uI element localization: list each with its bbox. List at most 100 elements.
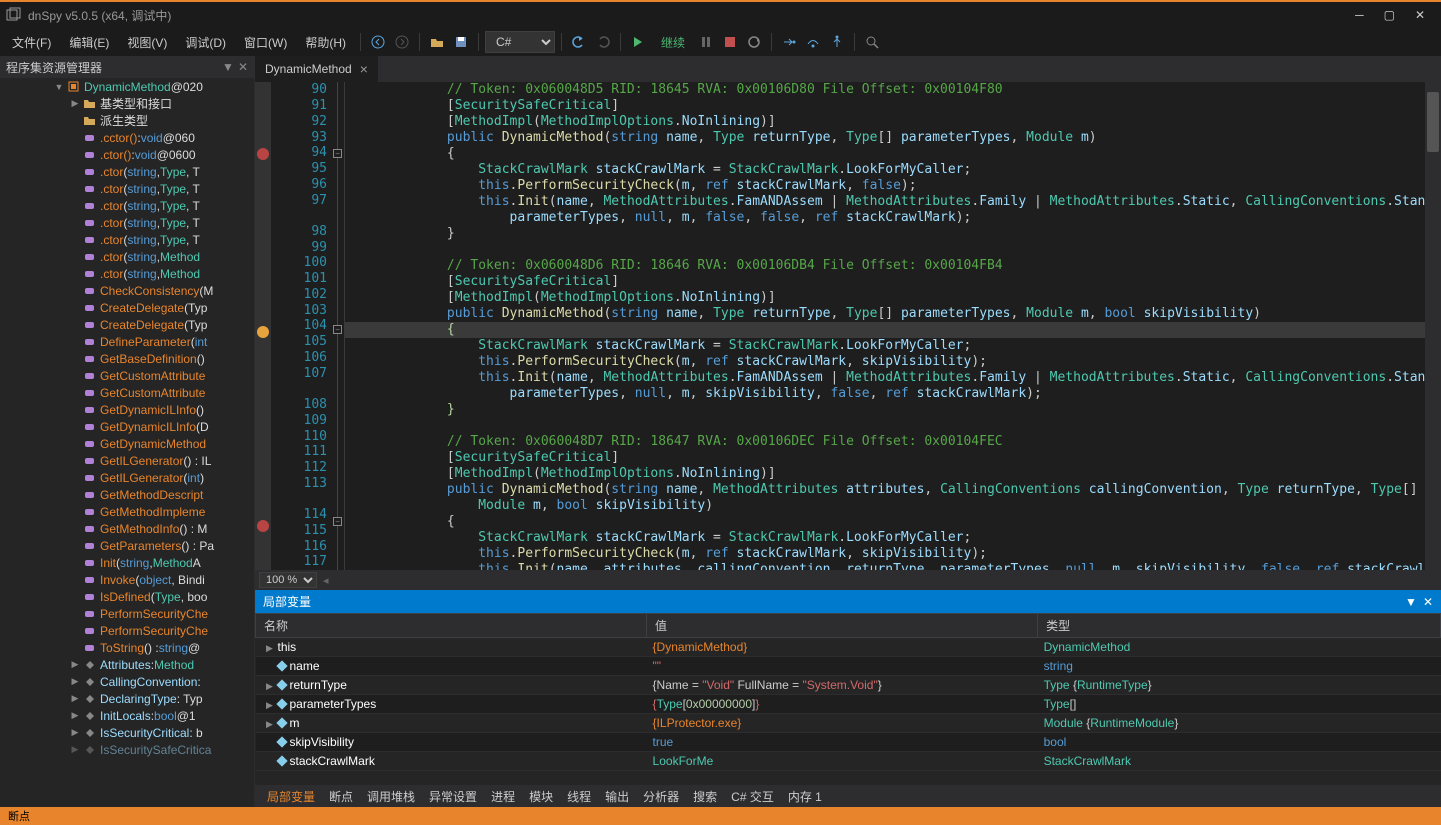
tree-item[interactable]: .ctor(string, Type, T [0,197,254,214]
bottom-tab[interactable]: 内存 1 [782,786,828,807]
step-out-icon[interactable] [826,31,848,53]
bottom-tab[interactable]: 异常设置 [423,786,483,807]
locals-row[interactable]: stackCrawlMarkLookForMeStackCrawlMark [256,752,1441,771]
locals-row[interactable]: ▶m{ILProtector.exe}Module {RuntimeModule… [256,714,1441,733]
editor[interactable]: 9091929394959697989910010110210310410510… [255,82,1441,570]
locals-row[interactable]: name""string [256,657,1441,676]
step-over-icon[interactable] [802,31,824,53]
col-value[interactable]: 值 [647,614,1038,638]
tree-item[interactable]: PerformSecurityChe [0,605,254,622]
tree-item[interactable]: .ctor(string, Type, T [0,163,254,180]
tree-item[interactable]: .ctor(string, Method [0,248,254,265]
tree-item[interactable]: .ctor(string, Type, T [0,214,254,231]
locals-row[interactable]: ▶parameterTypes{Type[0x00000000]}Type[] [256,695,1441,714]
bottom-tab[interactable]: 分析器 [637,786,685,807]
tree-item[interactable]: GetDynamicMethod [0,435,254,452]
stop-icon[interactable] [719,31,741,53]
bottom-tab[interactable]: 调用堆栈 [361,786,421,807]
search-icon[interactable] [861,31,883,53]
tree-item[interactable]: CreateDelegate(Typ [0,316,254,333]
locals-row[interactable]: ▶this{DynamicMethod}DynamicMethod [256,638,1441,657]
menu-help[interactable]: 帮助(H) [297,30,354,55]
tree-item[interactable]: ToString() : string @ [0,639,254,656]
bottom-tab[interactable]: 线程 [561,786,597,807]
save-icon[interactable] [450,31,472,53]
col-type[interactable]: 类型 [1038,614,1441,638]
tree-item[interactable]: .ctor(string, Type, T [0,180,254,197]
step-into-icon[interactable] [778,31,800,53]
redo-icon[interactable] [592,31,614,53]
tree-item[interactable]: CheckConsistency(M [0,282,254,299]
panel-close-icon[interactable]: ✕ [238,60,248,74]
restart-icon[interactable] [743,31,765,53]
tree-item[interactable]: ▶IsSecuritySafeCritica [0,741,254,758]
menu-file[interactable]: 文件(F) [4,30,59,55]
tree-item[interactable]: CreateDelegate(Typ [0,299,254,316]
language-select[interactable]: C# [485,31,555,53]
tree-item[interactable]: GetDynamicILInfo(D [0,418,254,435]
locals-close-icon[interactable]: ✕ [1423,595,1433,609]
locals-row[interactable]: ▶returnType{Name = "Void" FullName = "Sy… [256,676,1441,695]
min-button[interactable]: ─ [1355,8,1364,22]
bottom-tab[interactable]: 进程 [485,786,521,807]
zoom-arrow-icon[interactable]: ◂ [323,574,329,587]
tree-item[interactable]: GetMethodImpleme [0,503,254,520]
col-name[interactable]: 名称 [256,614,647,638]
tab-dynamicmethod[interactable]: DynamicMethod × [255,56,378,82]
tree-item[interactable]: .ctor(string, Method [0,265,254,282]
tab-close-icon[interactable]: × [360,61,368,77]
tree-item[interactable]: ▶Attributes : Method [0,656,254,673]
tree-item[interactable]: GetParameters() : Pa [0,537,254,554]
menu-debug[interactable]: 调试(D) [177,30,234,55]
tree-item[interactable]: GetDynamicILInfo() [0,401,254,418]
bottom-tab[interactable]: 断点 [323,786,359,807]
panel-header: 程序集资源管理器 ▼✕ [0,56,254,78]
tree-item[interactable]: .ctor(string, Type, T [0,231,254,248]
tree-item[interactable]: DefineParameter(int [0,333,254,350]
bottom-tab[interactable]: 模块 [523,786,559,807]
tree-item[interactable]: 派生类型 [0,112,254,129]
tree[interactable]: ▼DynamicMethod @020▶基类型和接口派生类型.cctor() :… [0,78,254,807]
max-button[interactable]: ▢ [1384,8,1395,22]
menu-window[interactable]: 窗口(W) [236,30,295,55]
menu-view[interactable]: 视图(V) [119,30,175,55]
tree-item[interactable]: GetCustomAttribute [0,367,254,384]
tree-item[interactable]: GetILGenerator(int) [0,469,254,486]
tree-item[interactable]: ▶IsSecurityCritical : b [0,724,254,741]
bottom-tab[interactable]: 局部变量 [261,786,321,807]
close-button[interactable]: ✕ [1415,8,1425,22]
tree-item[interactable]: Invoke(object, Bindi [0,571,254,588]
nav-fwd-icon[interactable] [391,31,413,53]
tree-item[interactable]: IsDefined(Type, boo [0,588,254,605]
tree-item[interactable]: ▼DynamicMethod @020 [0,78,254,95]
editor-scrollbar[interactable] [1425,82,1441,570]
zoom-select[interactable]: 100 % [259,572,317,588]
tree-item[interactable]: .ctor() : void @0600 [0,146,254,163]
open-icon[interactable] [426,31,448,53]
panel-menu-icon[interactable]: ▼ [222,60,234,74]
tree-item[interactable]: GetMethodDescript [0,486,254,503]
tree-item[interactable]: GetBaseDefinition() [0,350,254,367]
tree-item[interactable]: GetMethodInfo() : M [0,520,254,537]
bottom-tab[interactable]: C# 交互 [725,786,780,807]
pause-icon[interactable] [695,31,717,53]
tree-item[interactable]: GetCustomAttribute [0,384,254,401]
continue-button[interactable]: 继续 [653,30,693,55]
menu-edit[interactable]: 编辑(E) [61,30,117,55]
tree-item[interactable]: ▶CallingConvention : [0,673,254,690]
bottom-tab[interactable]: 输出 [599,786,635,807]
locals-menu-icon[interactable]: ▼ [1405,595,1417,609]
bottom-tab[interactable]: 搜索 [687,786,723,807]
undo-icon[interactable] [568,31,590,53]
locals-row[interactable]: skipVisibilitytruebool [256,733,1441,752]
tree-item[interactable]: Init(string, MethodA [0,554,254,571]
tree-item[interactable]: .cctor() : void @060 [0,129,254,146]
tree-item[interactable]: ▶InitLocals : bool @1 [0,707,254,724]
tree-item[interactable]: GetILGenerator() : IL [0,452,254,469]
tree-item[interactable]: PerformSecurityChe [0,622,254,639]
nav-back-icon[interactable] [367,31,389,53]
tree-item[interactable]: ▶基类型和接口 [0,95,254,112]
tree-item[interactable]: ▶DeclaringType : Typ [0,690,254,707]
continue-icon[interactable] [627,31,649,53]
locals-table[interactable]: 名称 值 类型 ▶this{DynamicMethod}DynamicMetho… [255,613,1441,785]
